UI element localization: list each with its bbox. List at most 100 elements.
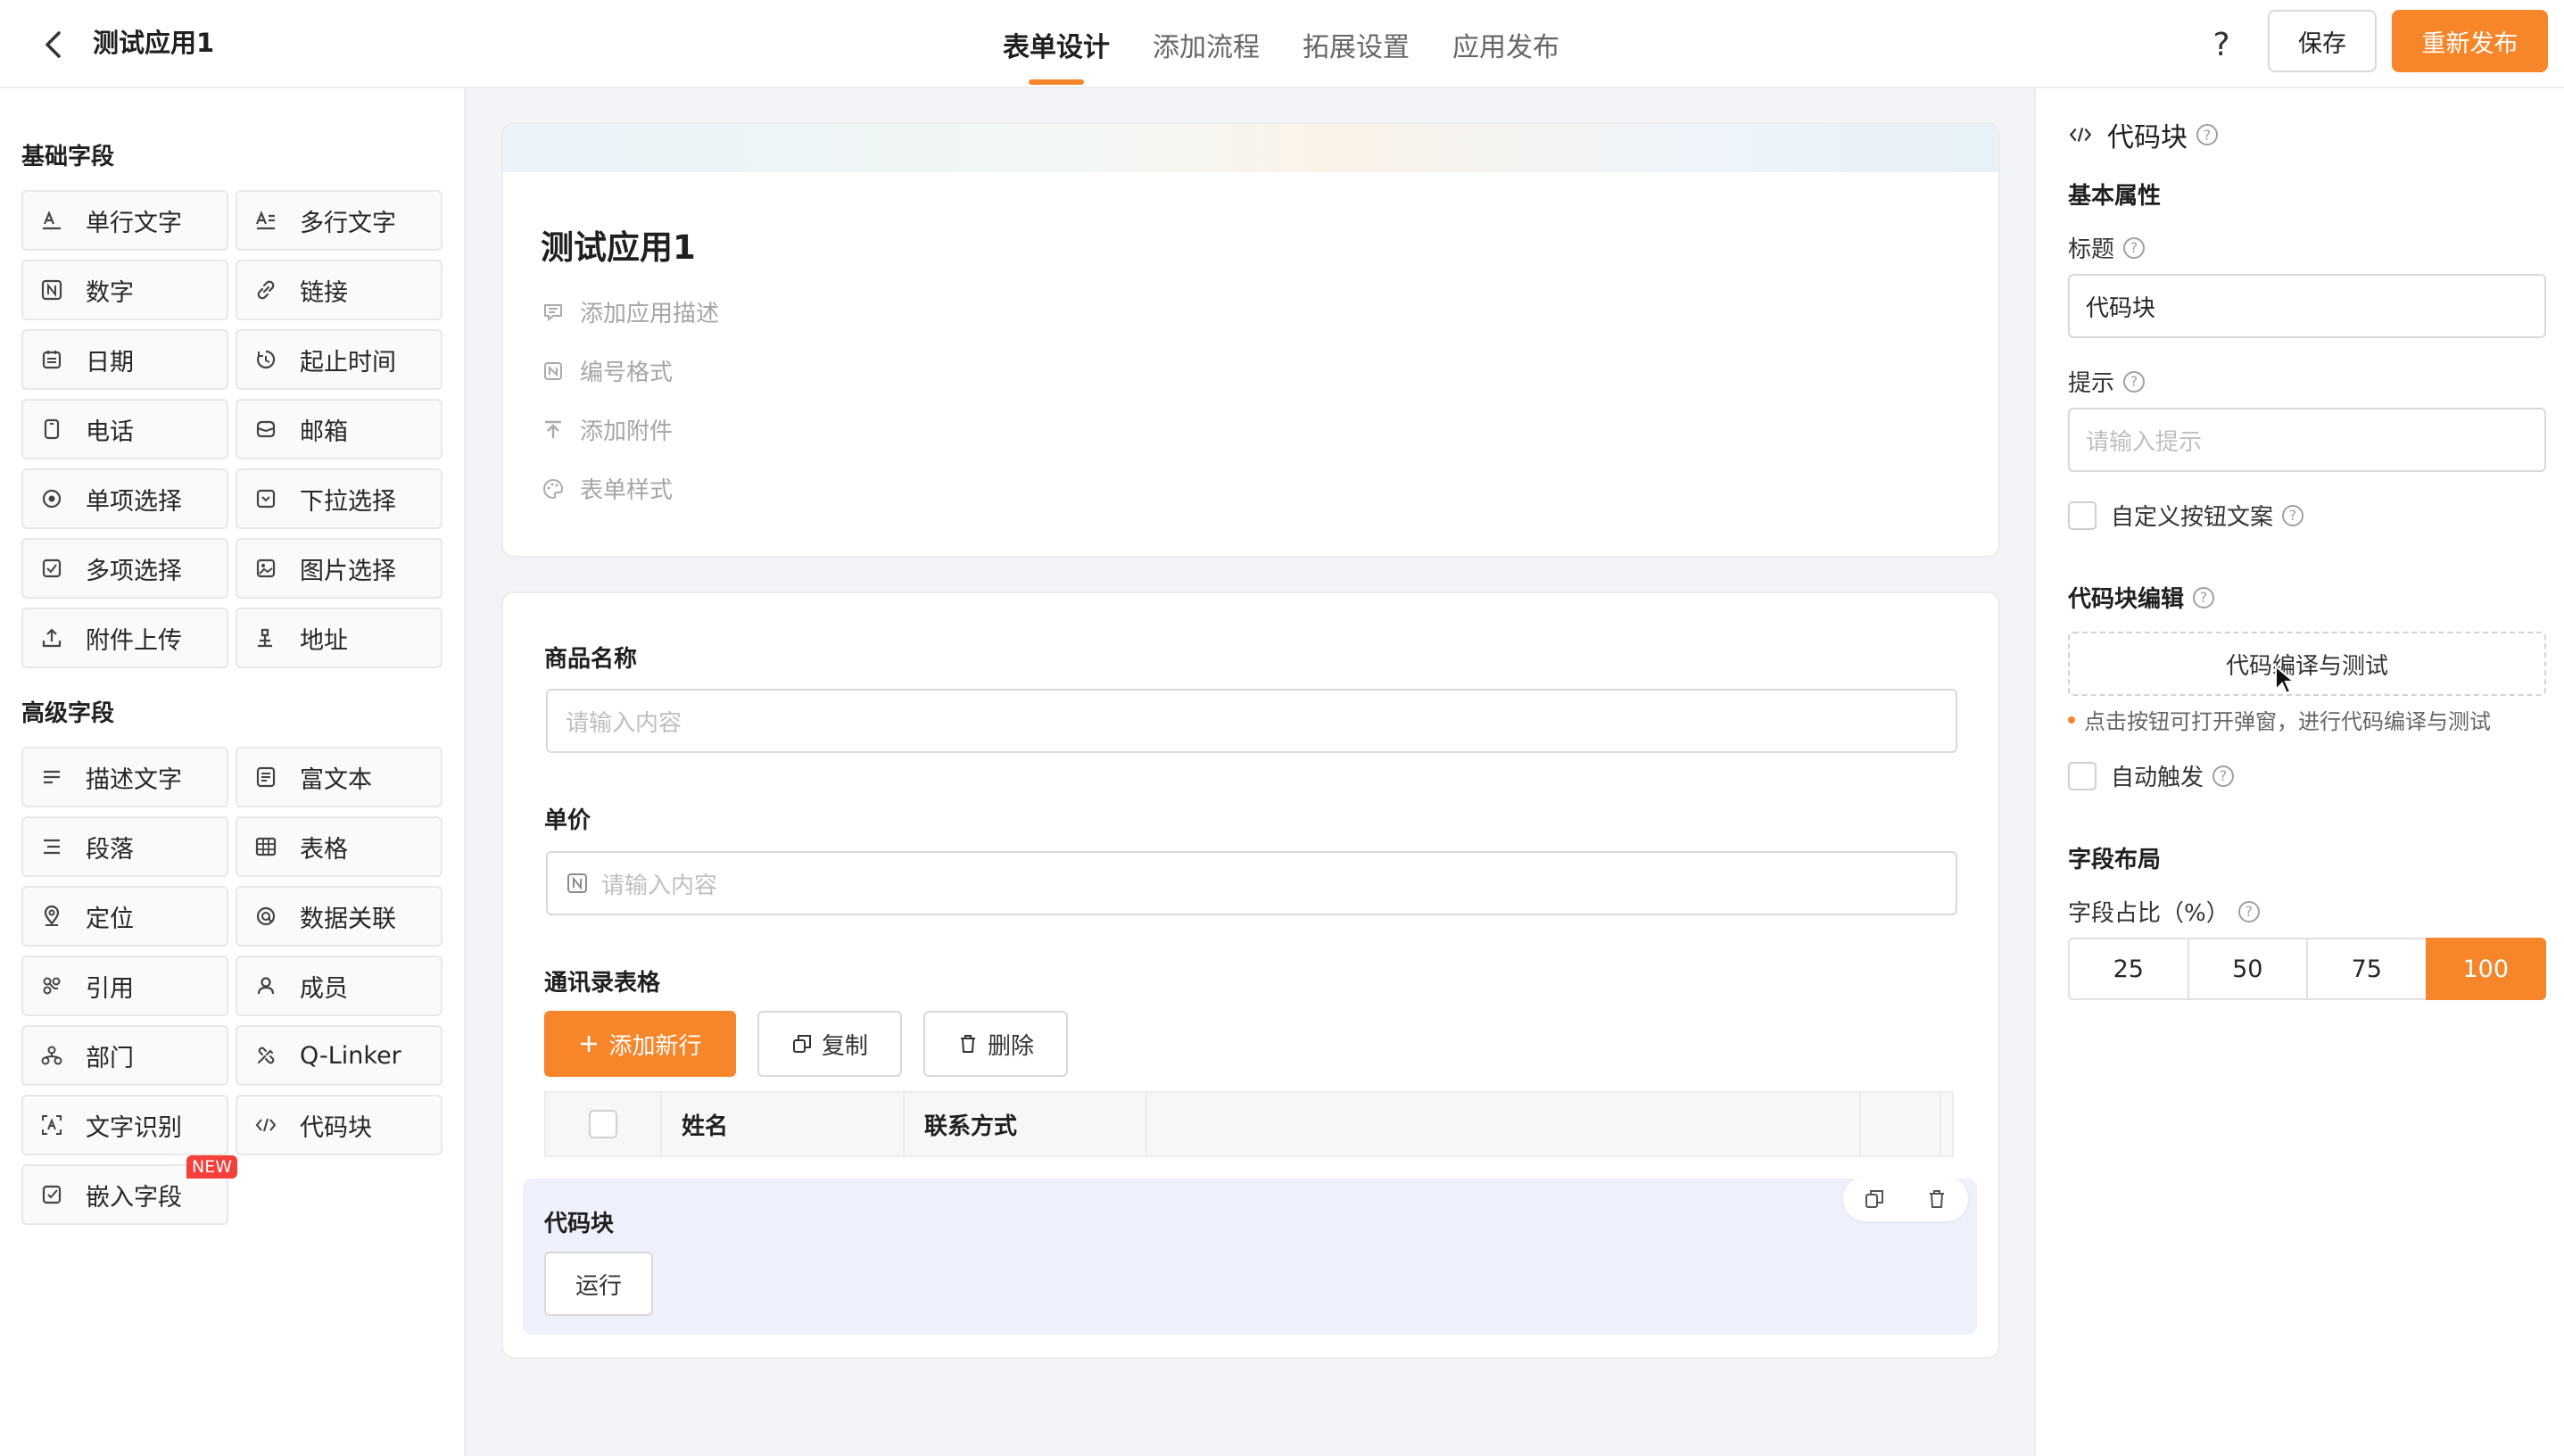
reference-icon (39, 973, 64, 998)
question-circle-icon[interactable]: ? (2212, 765, 2235, 787)
field-date[interactable]: 日期 (21, 329, 228, 390)
field-member[interactable]: 成员 (236, 956, 442, 1016)
save-button[interactable]: 保存 (2268, 10, 2377, 72)
duplicate-field-icon[interactable] (1863, 1187, 1886, 1211)
image-icon (253, 556, 278, 581)
text-icon (39, 208, 64, 233)
time-range-icon (253, 347, 278, 372)
field-table[interactable]: 表格 (236, 816, 442, 877)
field-layout-title: 字段布局 (2068, 847, 2162, 873)
embed-icon (39, 1182, 64, 1207)
field-department[interactable]: 部门 (21, 1025, 228, 1086)
field-attachment-upload[interactable]: 附件上传 (21, 608, 228, 668)
member-icon (253, 973, 278, 998)
field-paragraph[interactable]: 段落 (21, 816, 228, 877)
field-single-line-text[interactable]: 单行文字 (21, 190, 228, 251)
code-compile-test-button[interactable]: 代码编译与测试 (2068, 632, 2546, 696)
app-title: 测试应用1 (93, 28, 215, 58)
tab-add-workflow[interactable]: 添加流程 (1131, 0, 1281, 88)
field-rich-text[interactable]: 富文本 (236, 747, 442, 807)
delete-row-button[interactable]: 删除 (923, 1011, 1068, 1077)
checkbox-icon (39, 556, 64, 581)
back-button[interactable] (32, 23, 75, 66)
form-style-link[interactable]: 表单样式 (541, 472, 673, 505)
republish-button[interactable]: 重新发布 (2392, 10, 2548, 72)
run-button[interactable]: 运行 (544, 1252, 653, 1316)
field-toolbar (1843, 1177, 1968, 1221)
form-title[interactable]: 测试应用1 (541, 220, 696, 269)
add-row-button[interactable]: 添加新行 (544, 1011, 736, 1077)
ratio-option-75[interactable]: 75 (2306, 938, 2428, 1000)
field-code-block[interactable]: 代码块 (236, 1095, 442, 1155)
property-panel-title: 代码块 ? (2068, 115, 2218, 154)
question-circle-icon[interactable]: ? (2196, 124, 2218, 145)
auto-trigger-checkbox[interactable] (2068, 761, 2097, 790)
select-all-cell (546, 1093, 662, 1155)
field-phone[interactable]: 电话 (21, 399, 228, 459)
copy-icon (791, 1033, 813, 1055)
code-icon (253, 1113, 278, 1138)
column-header-empty (1147, 1093, 1861, 1155)
delete-field-icon[interactable] (1925, 1187, 1948, 1211)
tab-app-publish[interactable]: 应用发布 (1431, 0, 1581, 88)
field-q-linker[interactable]: Q-Linker (236, 1025, 442, 1086)
number-format-link[interactable]: 编号格式 (541, 354, 673, 387)
field-email[interactable]: 邮箱 (236, 399, 442, 459)
unit-price-input[interactable]: 请输入内容 (546, 851, 1957, 915)
question-circle-icon[interactable]: ? (2123, 370, 2146, 393)
field-multi-choice[interactable]: 多项选择 (21, 538, 228, 599)
data-link-icon (253, 904, 278, 929)
bullet-dot (2068, 716, 2075, 724)
contacts-table-label: 通讯录表格 (544, 970, 661, 997)
title-prop-input[interactable]: 代码块 (2068, 274, 2546, 338)
field-time-range[interactable]: 起止时间 (236, 329, 442, 390)
advanced-fields-title: 高级字段 (21, 700, 115, 727)
add-attachment-link[interactable]: 添加附件 (541, 413, 673, 446)
select-all-checkbox[interactable] (589, 1110, 617, 1138)
field-image-choice[interactable]: 图片选择 (236, 538, 442, 599)
field-link[interactable]: 链接 (236, 260, 442, 320)
contacts-table-header: 姓名 联系方式 (544, 1091, 1954, 1157)
field-multi-line-text[interactable]: 多行文字 (236, 190, 442, 251)
field-single-choice[interactable]: 单项选择 (21, 468, 228, 529)
custom-button-text-option[interactable]: 自定义按钮文案 ? (2068, 499, 2304, 532)
description-icon (39, 765, 64, 790)
tab-extension-settings[interactable]: 拓展设置 (1281, 0, 1431, 88)
hint-prop-input[interactable]: 请输入提示 (2068, 408, 2546, 472)
ratio-option-100[interactable]: 100 (2425, 938, 2546, 1000)
new-badge: NEW (186, 1155, 237, 1179)
question-circle-icon[interactable]: ? (2193, 586, 2215, 608)
code-block-field-selected[interactable]: 代码块 运行 (523, 1177, 1977, 1335)
add-description-link[interactable]: 添加应用描述 (541, 295, 719, 328)
multiline-text-icon (253, 208, 278, 233)
ratio-option-25[interactable]: 25 (2068, 938, 2189, 1000)
link-icon (253, 277, 278, 302)
product-name-label: 商品名称 (544, 646, 638, 673)
auto-trigger-option[interactable]: 自动触发 ? (2068, 759, 2235, 792)
product-name-input[interactable]: 请输入内容 (546, 689, 1957, 753)
ratio-option-50[interactable]: 50 (2187, 938, 2308, 1000)
field-address[interactable]: 地址 (236, 608, 442, 668)
field-location[interactable]: 定位 (21, 886, 228, 947)
trash-icon (957, 1033, 979, 1055)
field-reference[interactable]: 引用 (21, 956, 228, 1016)
field-ocr[interactable]: 文字识别 (21, 1095, 228, 1155)
copy-row-button[interactable]: 复制 (757, 1011, 902, 1077)
question-circle-icon[interactable]: ? (2123, 236, 2146, 259)
field-ratio-label: 字段占比（%） ? (2068, 895, 2260, 928)
column-header-actions (1861, 1093, 1941, 1155)
field-description-text[interactable]: 描述文字 (21, 747, 228, 807)
help-button[interactable]: ? (2198, 21, 2245, 68)
field-embed[interactable]: 嵌入字段 NEW (21, 1155, 237, 1225)
location-icon (39, 904, 64, 929)
field-data-link[interactable]: 数据关联 (236, 886, 442, 947)
question-circle-icon[interactable]: ? (2237, 900, 2260, 922)
custom-button-text-checkbox[interactable] (2068, 500, 2097, 530)
unit-price-label: 单价 (544, 807, 591, 834)
tab-form-design[interactable]: 表单设计 (981, 0, 1131, 88)
field-dropdown[interactable]: 下拉选择 (236, 468, 442, 529)
field-number[interactable]: 数字 (21, 260, 228, 320)
number-icon (566, 872, 589, 895)
top-header: 测试应用1 表单设计 添加流程 拓展设置 应用发布 ? 保存 重新发布 (0, 0, 2564, 88)
question-circle-icon[interactable]: ? (2282, 504, 2304, 526)
